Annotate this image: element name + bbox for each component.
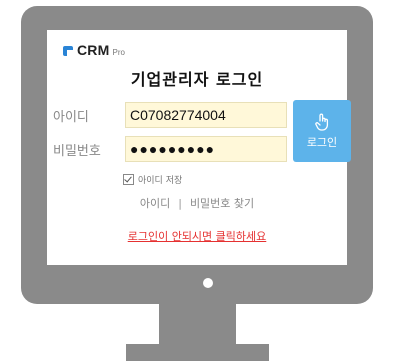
hand-pointer-icon [315,113,329,131]
login-button[interactable]: 로그인 [293,100,351,162]
find-links: 아이디 | 비밀번호 찾기 [47,195,347,211]
save-id-checkbox[interactable] [123,174,134,185]
logo: CRM Pro [63,42,125,58]
page-title: 기업관리자 로그인 [130,70,264,89]
monitor-stand-neck [159,303,236,347]
login-button-label: 로그인 [306,135,338,149]
save-id-label: 아이디 저장 [138,176,183,186]
power-led [203,278,213,288]
save-id-option[interactable]: 아이디 저장 [123,173,182,186]
monitor-stand-base [126,344,269,361]
login-screen: CRM Pro 기업관리자 로그인 아이디 C07082774004 비밀번호 … [47,30,351,265]
logo-name: CRM [77,42,110,58]
password-field[interactable]: ●●●●●●●●● [125,136,287,162]
id-field[interactable]: C07082774004 [125,102,287,128]
id-label: 아이디 [53,110,89,125]
link-separator: | [178,197,182,210]
login-help-link[interactable]: 로그인이 안되시면 클릭하세요 [47,228,347,244]
find-id-link[interactable]: 아이디 [140,195,170,211]
find-password-link[interactable]: 비밀번호 찾기 [190,195,254,211]
password-label: 비밀번호 [53,144,101,159]
crm-logo-icon [63,44,75,56]
logo-sub: Pro [112,47,125,57]
